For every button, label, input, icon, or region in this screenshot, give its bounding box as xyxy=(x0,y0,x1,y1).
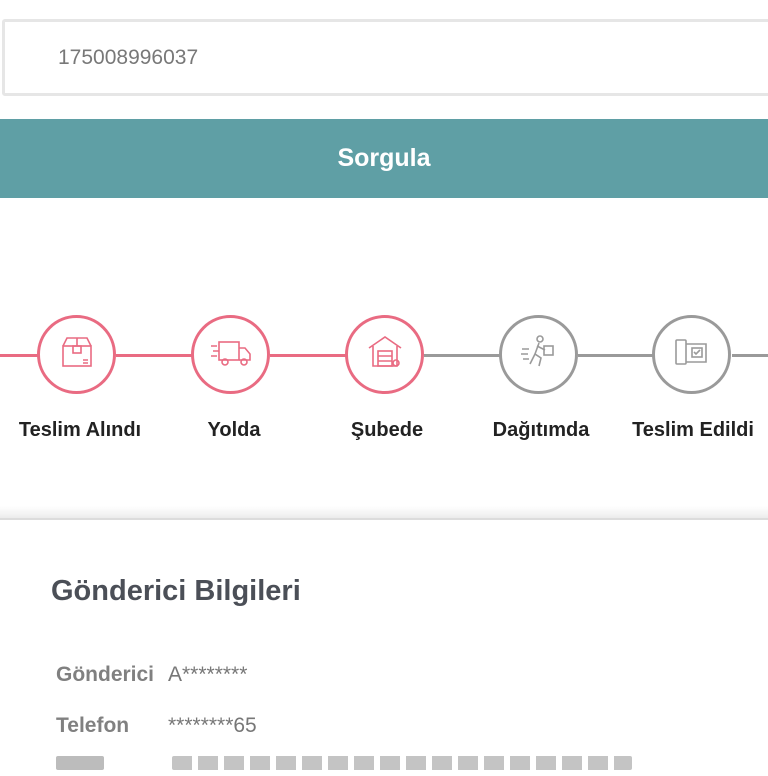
package-icon xyxy=(57,332,97,377)
step-label-subede: Şubede xyxy=(350,419,424,441)
section-divider xyxy=(0,518,768,520)
courier-icon xyxy=(519,332,559,377)
delivered-icon xyxy=(672,332,712,377)
phone-label: Telefon xyxy=(56,714,130,737)
sender-section-title: Gönderici Bilgileri xyxy=(51,575,301,607)
tracking-number-input[interactable] xyxy=(58,22,658,93)
tracker-line-left xyxy=(0,354,38,357)
query-button[interactable]: Sorgula xyxy=(0,119,768,198)
tracker-line-2 xyxy=(270,354,346,357)
branch-icon xyxy=(365,332,405,377)
step-teslim-edildi xyxy=(652,315,731,394)
tracker-line-3 xyxy=(424,354,500,357)
step-yolda xyxy=(191,315,270,394)
step-label-dagitimda: Dağıtımda xyxy=(492,419,590,441)
step-label-yolda: Yolda xyxy=(207,419,261,441)
tracker-line-4 xyxy=(578,354,654,357)
step-label-teslim-edildi: Teslim Edildi xyxy=(632,419,754,441)
step-dagitimda xyxy=(499,315,578,394)
tracker-line-right xyxy=(732,354,768,357)
sender-label: Gönderici xyxy=(56,663,155,686)
tracker-line-1 xyxy=(116,354,192,357)
step-subede xyxy=(345,315,424,394)
step-teslim-alindi xyxy=(37,315,116,394)
cut-off-row xyxy=(56,756,633,776)
sender-value: A******** xyxy=(168,663,248,686)
step-label-teslim-alindi: Teslim Alındı xyxy=(18,419,142,441)
tracking-number-field[interactable] xyxy=(2,19,768,96)
phone-value: ********65 xyxy=(168,714,257,737)
truck-icon xyxy=(209,332,253,377)
